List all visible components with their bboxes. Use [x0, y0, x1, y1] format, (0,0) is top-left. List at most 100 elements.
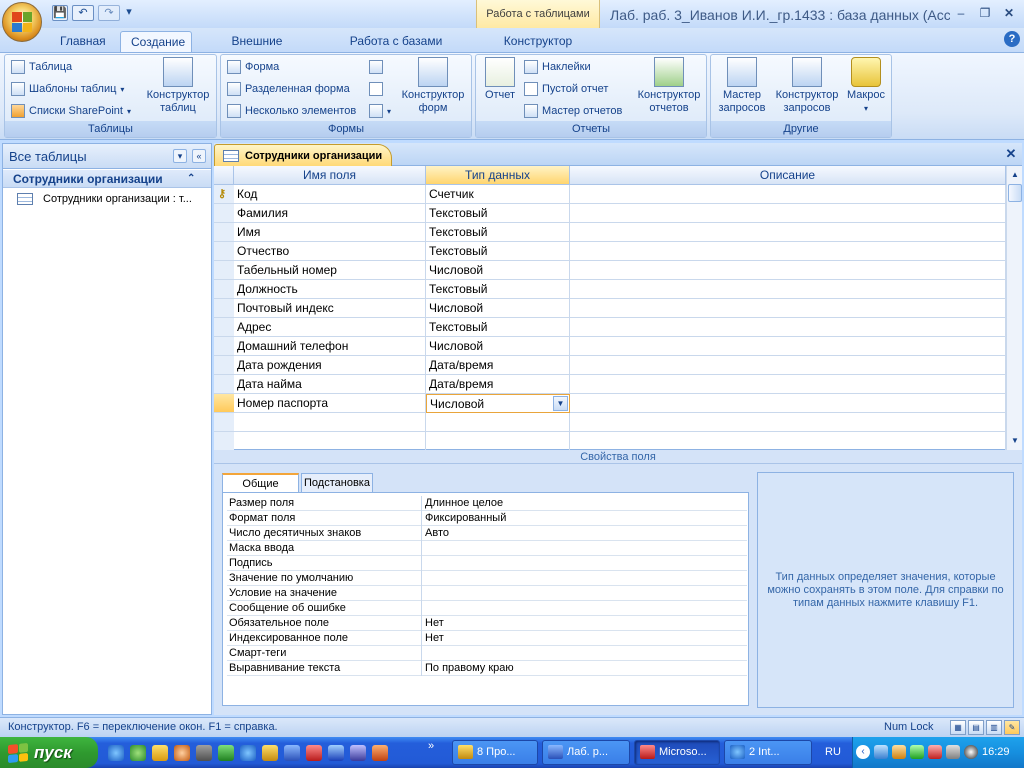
tab-lookup[interactable]: Подстановка: [301, 473, 373, 493]
data-type-cell[interactable]: [426, 432, 570, 451]
word-icon[interactable]: [284, 745, 300, 761]
maximize-button[interactable]: ❐: [974, 4, 996, 22]
network-icon[interactable]: [874, 745, 888, 759]
data-type-cell[interactable]: Текстовый: [426, 242, 570, 261]
tray-expand-icon[interactable]: ‹: [856, 745, 870, 759]
macro-button[interactable]: Макрос ▾: [843, 57, 889, 115]
table-row[interactable]: Адрес Текстовый: [214, 318, 1006, 337]
description-cell[interactable]: [570, 261, 1006, 280]
property-row[interactable]: Размер поля Длинное целое: [227, 496, 747, 511]
row-selector[interactable]: ⚷: [214, 185, 234, 204]
scroll-thumb[interactable]: [1008, 184, 1022, 202]
report-designer-button[interactable]: Конструктор отчетов: [632, 57, 706, 115]
property-value[interactable]: Нет: [425, 631, 747, 646]
property-value[interactable]: По правому краю: [425, 661, 747, 676]
property-value[interactable]: [425, 601, 747, 616]
quicklaunch-app-icon[interactable]: [152, 745, 168, 761]
minimize-button[interactable]: –: [950, 4, 972, 22]
column-header-description[interactable]: Описание: [570, 166, 1006, 185]
field-name-cell[interactable]: Номер паспорта: [234, 394, 426, 413]
table-row[interactable]: ⚷ Код Счетчик: [214, 185, 1006, 204]
chevron-down-icon[interactable]: ▼: [553, 396, 568, 411]
table-row[interactable]: Табельный номер Числовой: [214, 261, 1006, 280]
table-row[interactable]: Номер паспорта Числовой ▼: [214, 394, 1006, 413]
report-button[interactable]: Отчет: [480, 57, 520, 102]
row-selector[interactable]: [214, 280, 234, 299]
tab-database-tools[interactable]: Работа с базами данных: [322, 31, 470, 68]
property-value[interactable]: Длинное целое: [425, 496, 747, 511]
taskbar-item-internet[interactable]: 2 Int...: [724, 740, 812, 765]
row-selector[interactable]: [214, 394, 234, 413]
data-type-cell[interactable]: Текстовый: [426, 223, 570, 242]
description-cell[interactable]: [570, 185, 1006, 204]
row-selector[interactable]: [214, 337, 234, 356]
messenger-icon[interactable]: [130, 745, 146, 761]
description-cell[interactable]: [570, 242, 1006, 261]
property-value[interactable]: [425, 541, 747, 556]
nav-item-table[interactable]: Сотрудники организации : т...: [3, 190, 211, 208]
data-type-cell[interactable]: Дата/время: [426, 375, 570, 394]
data-type-cell[interactable]: Дата/время: [426, 356, 570, 375]
row-selector[interactable]: [214, 356, 234, 375]
row-selector[interactable]: [214, 204, 234, 223]
scroll-up-icon[interactable]: ▲: [1008, 168, 1022, 182]
more-forms-button[interactable]: ▾: [369, 101, 391, 121]
firefox-icon[interactable]: [372, 745, 388, 761]
field-name-cell[interactable]: Адрес: [234, 318, 426, 337]
property-row[interactable]: Значение по умолчанию: [227, 571, 747, 586]
property-row[interactable]: Условие на значение: [227, 586, 747, 601]
property-row[interactable]: Выравнивание текста По правому краю: [227, 661, 747, 676]
calculator-icon[interactable]: [196, 745, 212, 761]
excel-icon[interactable]: [218, 745, 234, 761]
taskbar-item-access[interactable]: Microso...: [634, 740, 720, 765]
data-type-cell[interactable]: Числовой: [426, 261, 570, 280]
property-value[interactable]: [425, 586, 747, 601]
ie-icon[interactable]: [108, 745, 124, 761]
field-name-cell[interactable]: Домашний телефон: [234, 337, 426, 356]
row-selector[interactable]: [214, 318, 234, 337]
field-name-cell[interactable]: Фамилия: [234, 204, 426, 223]
description-cell[interactable]: [570, 318, 1006, 337]
sharepoint-lists-button[interactable]: Списки SharePoint ▾: [11, 101, 131, 121]
document-tab[interactable]: Сотрудники организации: [214, 144, 392, 166]
query-designer-button[interactable]: Конструктор запросов: [771, 57, 843, 115]
property-value[interactable]: [425, 556, 747, 571]
grid-vertical-scrollbar[interactable]: ▲ ▼: [1006, 166, 1022, 450]
data-type-cell[interactable]: [426, 413, 570, 432]
row-selector[interactable]: [214, 299, 234, 318]
table-row[interactable]: Должность Текстовый: [214, 280, 1006, 299]
close-document-icon[interactable]: ✕: [1004, 147, 1018, 161]
customize-qat-icon[interactable]: ▾: [124, 5, 134, 21]
undo-icon[interactable]: ↶: [72, 5, 94, 21]
property-row[interactable]: Число десятичных знаков Авто: [227, 526, 747, 541]
description-cell[interactable]: [570, 394, 1006, 413]
tray-app-icon[interactable]: [892, 745, 906, 759]
data-type-cell[interactable]: Числовой ▼: [426, 394, 570, 413]
table-row[interactable]: Отчество Текстовый: [214, 242, 1006, 261]
pivot-table-view-icon[interactable]: ▤: [968, 720, 984, 735]
property-value[interactable]: Нет: [425, 616, 747, 631]
data-type-cell[interactable]: Текстовый: [426, 318, 570, 337]
form-designer-button[interactable]: Конструктор форм: [395, 57, 471, 115]
nav-group-collapse-icon[interactable]: ⌃: [187, 170, 195, 188]
nav-pane-header[interactable]: Все таблицы ▾ «: [3, 144, 211, 169]
property-row[interactable]: Маска ввода: [227, 541, 747, 556]
volume-icon[interactable]: [946, 745, 960, 759]
redo-icon[interactable]: ↷: [98, 5, 120, 21]
description-cell[interactable]: [570, 223, 1006, 242]
table-row[interactable]: [214, 432, 1006, 451]
language-indicator[interactable]: RU: [818, 737, 848, 768]
description-cell[interactable]: [570, 356, 1006, 375]
office-button[interactable]: [2, 2, 42, 42]
field-name-cell[interactable]: [234, 413, 426, 432]
tab-create[interactable]: Создание: [120, 31, 192, 52]
data-type-cell[interactable]: Числовой: [426, 337, 570, 356]
data-type-cell[interactable]: Числовой: [426, 299, 570, 318]
row-selector[interactable]: [214, 413, 234, 432]
property-row[interactable]: Индексированное поле Нет: [227, 631, 747, 646]
field-name-cell[interactable]: Табельный номер: [234, 261, 426, 280]
blank-report-button[interactable]: Пустой отчет: [524, 79, 608, 99]
close-window-button[interactable]: ✕: [998, 4, 1020, 22]
description-cell[interactable]: [570, 337, 1006, 356]
grid-corner[interactable]: [214, 166, 234, 185]
